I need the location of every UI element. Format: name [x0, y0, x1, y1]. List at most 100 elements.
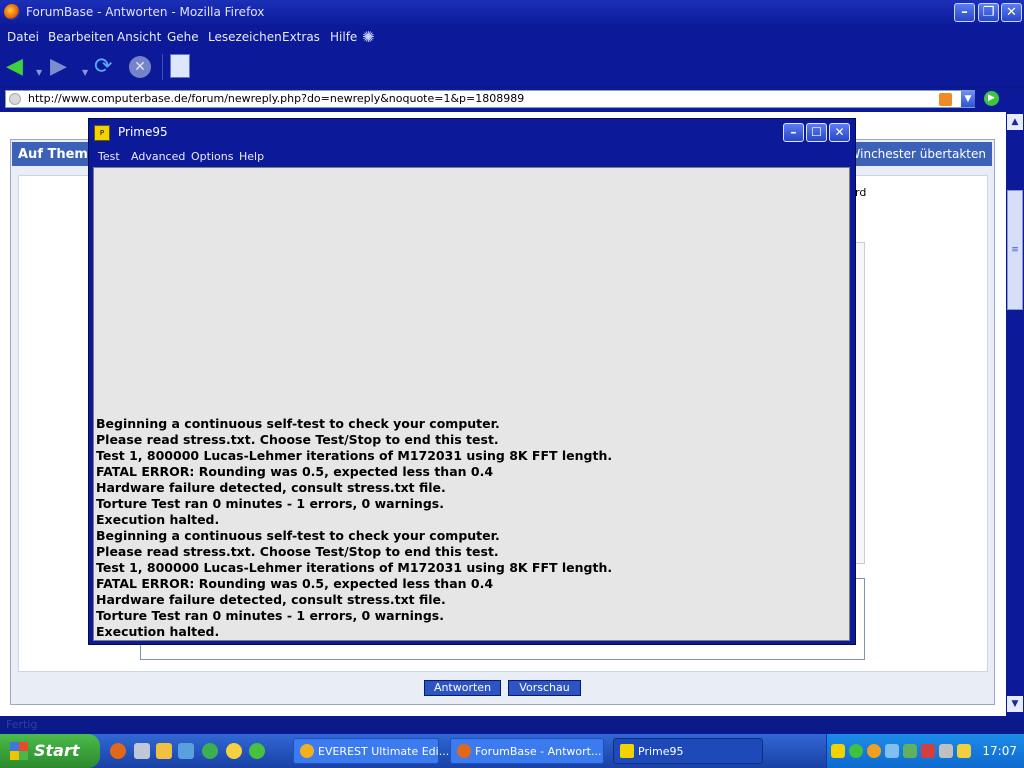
toolbar-separator — [162, 54, 163, 80]
log-line: Beginning a continuous self-test to chec… — [96, 416, 500, 431]
scroll-down-arrow-icon[interactable]: ▼ — [1007, 696, 1023, 712]
tray-info-icon[interactable] — [867, 744, 881, 758]
sidebar-text-fragment: rd — [855, 186, 867, 199]
tray-battery-icon[interactable] — [957, 744, 971, 758]
task-firefox[interactable]: ForumBase - Antwort... — [450, 738, 604, 764]
forward-history-dropdown-icon[interactable]: ▼ — [82, 62, 88, 84]
thread-title-link[interactable]: Winchester übertakten — [849, 147, 986, 161]
menu-datei[interactable]: Datei — [7, 30, 39, 44]
quicklaunch-firefox-icon[interactable] — [110, 743, 126, 759]
clock: 17:07 — [982, 744, 1017, 758]
tray-network-icon[interactable] — [885, 744, 899, 758]
menu-extras[interactable]: Extras — [282, 30, 320, 44]
log-line: Execution halted. — [96, 624, 220, 639]
prime95-icon — [620, 744, 634, 758]
log-line: Please read stress.txt. Choose Test/Stop… — [96, 544, 499, 559]
menu-ansicht[interactable]: Ansicht — [117, 30, 161, 44]
tray-prime95-icon[interactable] — [831, 744, 845, 758]
task-everest[interactable]: EVEREST Ultimate Edi... — [293, 738, 449, 764]
prime95-title: Prime95 — [118, 125, 168, 139]
log-line: FATAL ERROR: Rounding was 0.5, expected … — [96, 576, 494, 591]
log-line: Please read stress.txt. Choose Test/Stop… — [96, 432, 499, 447]
rss-feed-icon[interactable] — [939, 93, 952, 106]
quicklaunch-flower-icon[interactable] — [249, 743, 265, 759]
back-history-dropdown-icon[interactable]: ▼ — [36, 62, 42, 84]
task-label: Prime95 — [638, 745, 684, 758]
task-prime95[interactable]: Prime95 — [613, 738, 763, 764]
everest-icon — [300, 744, 314, 758]
task-label: ForumBase - Antwort... — [475, 745, 602, 758]
maximize-button[interactable]: ❐ — [978, 3, 999, 22]
prime95-menu-options[interactable]: Options — [191, 150, 233, 163]
quicklaunch-network-icon[interactable] — [178, 743, 194, 759]
quicklaunch-smiley-icon[interactable] — [226, 743, 242, 759]
url-history-dropdown-icon[interactable]: ▼ — [961, 91, 975, 107]
prime95-log: Beginning a continuous self-test to chec… — [96, 416, 612, 640]
window-title: ForumBase - Antworten - Mozilla Firefox — [26, 5, 265, 19]
minimize-button[interactable]: – — [954, 3, 975, 22]
preview-button[interactable]: Vorschau — [508, 680, 581, 696]
quicklaunch-folder-icon[interactable] — [156, 743, 172, 759]
prime95-menu-bar: Test Advanced Options Help — [89, 147, 855, 167]
prime95-app-icon: P — [94, 125, 110, 141]
firefox-logo-icon — [4, 4, 20, 20]
quicklaunch-drive-icon[interactable] — [134, 743, 150, 759]
firefox-title-bar: ForumBase - Antworten - Mozilla Firefox … — [0, 0, 1024, 26]
menu-bearbeiten[interactable]: Bearbeiten — [48, 30, 114, 44]
bookmarks-sidebar-icon[interactable] — [170, 54, 190, 78]
tray-usb-icon[interactable] — [939, 744, 953, 758]
prime95-title-bar: P Prime95 – ☐ ✕ — [89, 119, 855, 147]
submit-reply-button[interactable]: Antworten — [424, 680, 501, 696]
prime95-window: P Prime95 – ☐ ✕ Test Advanced Options He… — [88, 118, 856, 645]
tray-security-icon[interactable] — [921, 744, 935, 758]
tray-monitor-icon[interactable] — [903, 744, 917, 758]
log-line: FATAL ERROR: Rounding was 0.5, expected … — [96, 464, 494, 479]
status-text: Fertig — [6, 718, 38, 731]
tray-flower-icon[interactable] — [849, 744, 863, 758]
back-arrow-icon[interactable]: ◀ — [6, 56, 23, 78]
thread-header-label: Auf Them — [18, 147, 88, 162]
task-label: EVEREST Ultimate Edi... — [318, 745, 450, 758]
menu-gehe[interactable]: Gehe — [167, 30, 199, 44]
prime95-menu-help[interactable]: Help — [239, 150, 264, 163]
menu-hilfe[interactable]: Hilfe — [330, 30, 357, 44]
log-line: Hardware failure detected, consult stres… — [96, 480, 446, 495]
throbber-icon: ✺ — [362, 28, 375, 46]
log-line: Execution halted. — [96, 512, 220, 527]
quicklaunch-globe-icon[interactable] — [202, 743, 218, 759]
start-button[interactable]: Start — [0, 734, 100, 768]
log-line: Hardware failure detected, consult stres… — [96, 592, 446, 607]
log-line: Test 1, 800000 Lucas-Lehmer iterations o… — [96, 560, 613, 575]
prime95-minimize-button[interactable]: – — [783, 123, 804, 142]
firefox-menu-bar: Datei Bearbeiten Ansicht Gehe Lesezeiche… — [0, 26, 1024, 48]
menu-lesezeichen[interactable]: Lesezeichen — [208, 30, 282, 44]
system-tray: 17:07 — [826, 734, 1024, 768]
forward-arrow-icon[interactable]: ▶ — [50, 56, 67, 78]
url-text[interactable]: http://www.computerbase.de/forum/newrepl… — [28, 92, 524, 105]
site-favicon-icon — [9, 93, 21, 105]
page-scrollbar[interactable]: ▲ ≡ ▼ — [1006, 112, 1024, 716]
firefox-icon — [457, 744, 471, 758]
log-line: Torture Test ran 0 minutes - 1 errors, 0… — [96, 496, 444, 511]
close-button[interactable]: ✕ — [1001, 3, 1022, 22]
scroll-up-arrow-icon[interactable]: ▲ — [1007, 114, 1023, 130]
log-line: Beginning a continuous self-test to chec… — [96, 528, 500, 543]
url-input[interactable]: http://www.computerbase.de/forum/newrepl… — [5, 90, 975, 108]
status-bar: Fertig — [0, 716, 1024, 734]
location-bar: http://www.computerbase.de/forum/newrepl… — [0, 88, 1024, 112]
navigation-toolbar: ◀ ▼ ▶ ▼ ⟳ ✕ — [0, 48, 1024, 86]
stop-icon[interactable]: ✕ — [129, 56, 151, 78]
reload-icon[interactable]: ⟳ — [94, 56, 112, 78]
prime95-maximize-button[interactable]: ☐ — [806, 123, 827, 142]
scroll-thumb[interactable]: ≡ — [1007, 190, 1023, 310]
prime95-menu-advanced[interactable]: Advanced — [131, 150, 185, 163]
prime95-menu-test[interactable]: Test — [98, 150, 120, 163]
taskbar: Start EVEREST Ultimate Edi... ForumBase … — [0, 734, 1024, 768]
log-line: Test 1, 800000 Lucas-Lehmer iterations o… — [96, 448, 613, 463]
start-label: Start — [34, 741, 80, 760]
windows-logo-icon — [10, 742, 28, 760]
prime95-close-button[interactable]: ✕ — [829, 123, 850, 142]
log-line: Torture Test ran 0 minutes - 1 errors, 0… — [96, 608, 444, 623]
go-button-icon[interactable]: ▶ — [984, 91, 999, 106]
prime95-output-area[interactable]: Beginning a continuous self-test to chec… — [93, 167, 850, 641]
